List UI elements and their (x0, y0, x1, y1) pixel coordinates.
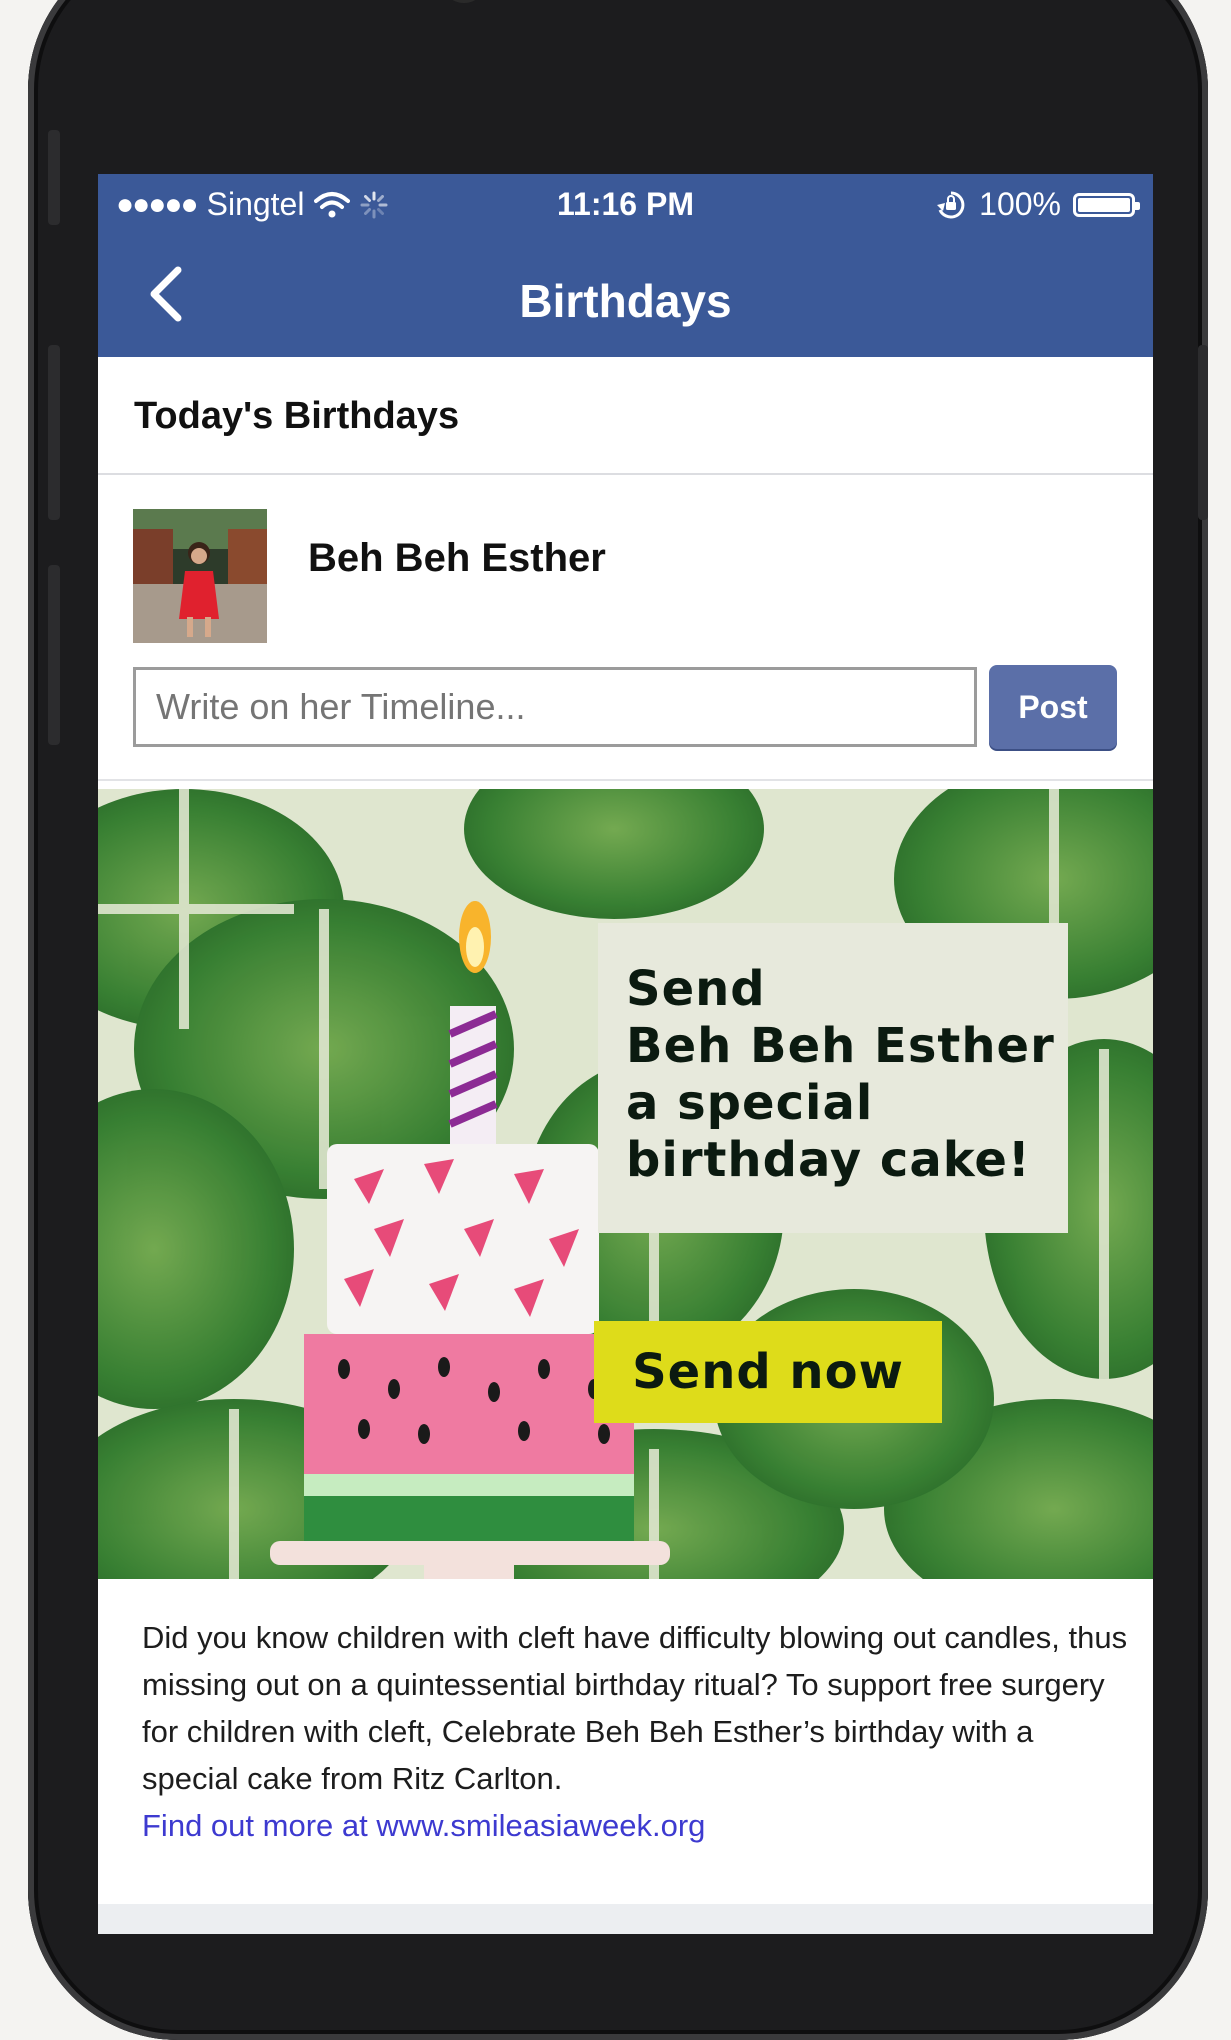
ad-headline-box: Send Beh Beh Esther a special birthday c… (598, 923, 1068, 1233)
todays-birthdays-header: Today's Birthdays (98, 357, 1153, 475)
description-text: Did you know children with cleft have di… (142, 1620, 1128, 1796)
page-title: Birthdays (519, 275, 732, 327)
ad-headline-line-4: birthday cake! (626, 1132, 1031, 1188)
orientation-lock-icon (937, 191, 965, 218)
avatar-photo (133, 509, 267, 643)
ad-description: Did you know children with cleft have di… (142, 1614, 1132, 1849)
nav-bar: Birthdays (98, 234, 1153, 357)
timeline-composer-input[interactable] (133, 667, 977, 747)
ad-headline-line-2: Beh Beh Esther (626, 1018, 1055, 1074)
avatar[interactable] (133, 509, 267, 643)
send-now-button[interactable]: Send now (594, 1321, 942, 1423)
ad-headline-line-1: Send (626, 961, 766, 1017)
ad-headline-line-3: a special (626, 1075, 874, 1131)
battery-percent: 100% (979, 186, 1061, 222)
birthday-cake-ad[interactable]: Send Beh Beh Esther a special birthday c… (98, 789, 1153, 1579)
next-section-divider (98, 1904, 1153, 1934)
post-button[interactable]: Post (989, 665, 1117, 749)
status-bar: ●●●●● Singtel 11:16 PM 100% (98, 174, 1153, 234)
screen: ●●●●● Singtel 11:16 PM 100% Birthdays To… (98, 174, 1153, 1934)
smileasia-link[interactable]: Find out more at www.smileasiaweek.org (142, 1802, 1132, 1849)
power-button (1198, 345, 1208, 520)
birthday-person-card: Beh Beh Esther Post (98, 474, 1153, 781)
mute-switch (48, 130, 60, 225)
volume-up-button (48, 345, 60, 520)
top-bar: ●●●●● Singtel 11:16 PM 100% Birthdays (98, 174, 1153, 357)
battery-icon (1073, 192, 1140, 217)
person-name[interactable]: Beh Beh Esther (308, 536, 606, 581)
section-heading: Today's Birthdays (134, 395, 460, 437)
volume-down-button (48, 565, 60, 745)
